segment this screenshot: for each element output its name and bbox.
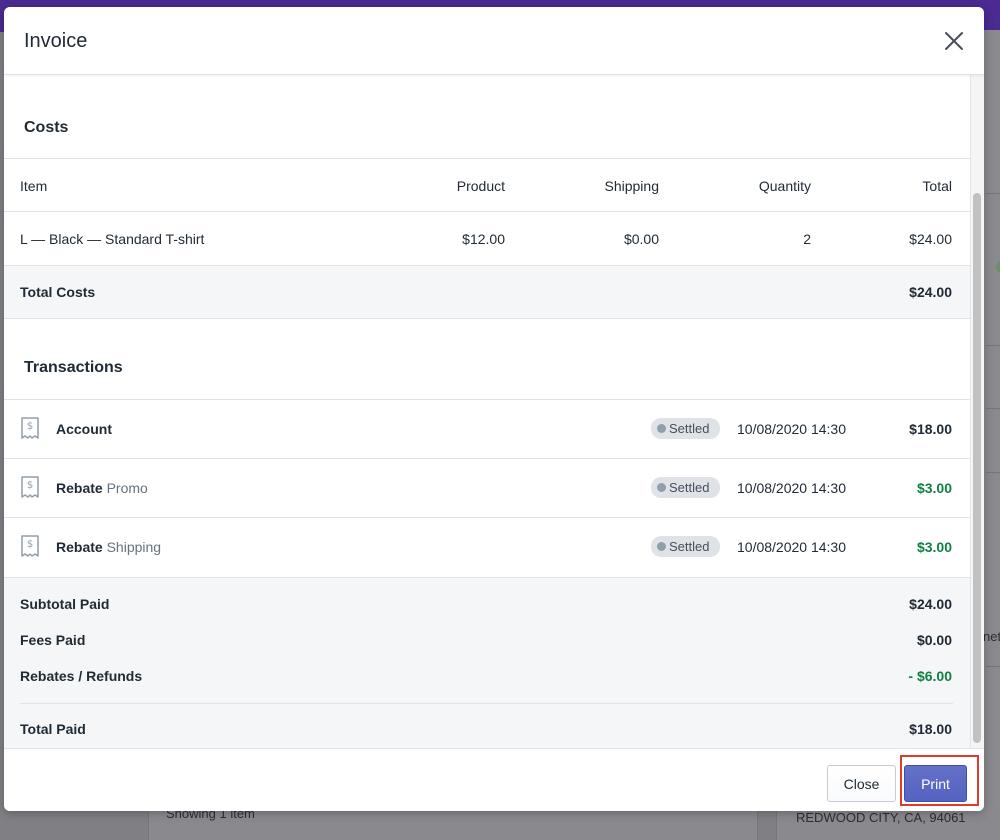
subtotal-paid-label: Subtotal Paid	[20, 596, 110, 612]
cost-total: $24.00	[909, 231, 952, 247]
divider	[4, 517, 970, 518]
payment-summary: Subtotal Paid $24.00 Fees Paid $0.00 Reb…	[4, 577, 970, 748]
close-icon[interactable]	[942, 29, 966, 53]
divider	[20, 703, 953, 704]
background-divider	[986, 345, 1000, 346]
background-divider	[986, 472, 1000, 473]
total-costs-row: Total Costs $24.00	[4, 265, 970, 319]
cost-shipping-price: $0.00	[623, 231, 659, 247]
status-badge: Settled	[651, 536, 720, 557]
background-text: net	[983, 629, 1000, 644]
transaction-type: Rebate	[56, 480, 103, 496]
cost-quantity: 2	[803, 231, 811, 247]
modal-body[interactable]: Costs Item Product Shipping Quantity Tot…	[4, 75, 970, 748]
total-costs-label: Total Costs	[20, 284, 96, 300]
receipt-icon: $	[21, 476, 39, 498]
background-divider	[986, 666, 1000, 667]
close-button[interactable]: Close	[827, 765, 896, 802]
column-header-product: Product	[456, 178, 505, 194]
transaction-amount: $3.00	[916, 539, 952, 555]
status-badge: Settled	[651, 477, 720, 498]
transaction-type: Rebate	[56, 539, 103, 555]
costs-title: Costs	[24, 119, 69, 136]
transaction-amount: $3.00	[916, 480, 952, 496]
scrollbar-thumb[interactable]	[973, 193, 981, 743]
modal-footer: Close Print	[4, 748, 984, 811]
transaction-datetime: 10/08/2020 14:30	[737, 539, 846, 555]
print-button[interactable]: Print	[904, 765, 967, 802]
cost-product-price: $12.00	[462, 231, 505, 247]
modal-title: Invoice	[24, 30, 88, 52]
transaction-datetime: 10/08/2020 14:30	[737, 421, 846, 437]
fees-paid-label: Fees Paid	[20, 632, 86, 648]
rebates-refunds-label: Rebates / Refunds	[20, 668, 143, 684]
column-header-quantity: Quantity	[758, 178, 811, 194]
divider	[4, 458, 970, 459]
fees-paid-value: $0.00	[916, 632, 952, 648]
transactions-title: Transactions	[24, 359, 123, 376]
receipt-icon: $	[21, 535, 39, 557]
transaction-subtype: Promo	[106, 480, 148, 496]
transaction-label: Account	[56, 421, 112, 437]
receipt-icon: $	[21, 417, 39, 439]
rebates-refunds-value: - $6.00	[908, 668, 952, 684]
svg-text:$: $	[27, 421, 33, 432]
total-paid-value: $18.00	[909, 721, 952, 737]
total-paid-label: Total Paid	[20, 721, 86, 737]
background-divider	[986, 193, 1000, 194]
svg-text:$: $	[27, 539, 33, 550]
column-header-shipping: Shipping	[604, 178, 660, 194]
transaction-datetime: 10/08/2020 14:30	[737, 480, 846, 496]
status-badge: Settled	[651, 418, 720, 439]
transaction-amount: $18.00	[909, 421, 952, 437]
background-divider	[986, 408, 1000, 409]
total-costs-value: $24.00	[909, 284, 952, 300]
transaction-label: Rebate Shipping	[56, 539, 161, 555]
background-address: REDWOOD CITY, CA, 94061	[796, 810, 966, 825]
svg-text:$: $	[27, 480, 33, 491]
modal-header: Invoice	[4, 7, 984, 75]
transaction-subtype: Shipping	[106, 539, 162, 555]
divider	[4, 158, 970, 159]
divider	[4, 399, 970, 400]
divider	[4, 211, 970, 212]
subtotal-paid-value: $24.00	[909, 596, 952, 612]
transaction-label: Rebate Promo	[56, 480, 148, 496]
invoice-modal: Invoice Costs Item Product Shipping Quan…	[4, 7, 984, 811]
column-header-total: Total	[922, 178, 952, 194]
cost-item-name: L — Black — Standard T-shirt	[20, 231, 205, 247]
column-header-item: Item	[20, 178, 48, 194]
